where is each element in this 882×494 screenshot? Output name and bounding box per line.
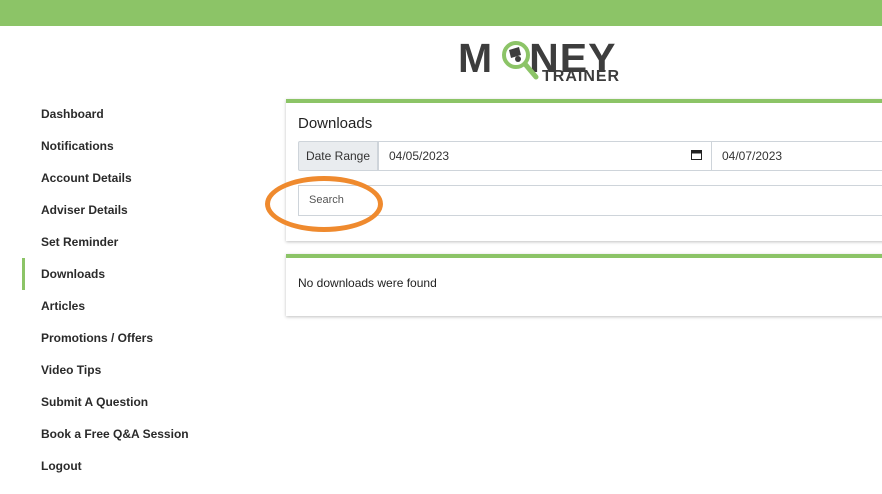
magnifier-logo-icon bbox=[502, 41, 539, 80]
sidebar-item-account-details[interactable]: Account Details bbox=[22, 162, 242, 194]
date-range-label: Date Range bbox=[298, 141, 378, 171]
date-from-input[interactable]: 04/05/2023 bbox=[378, 141, 712, 171]
sidebar-nav: Dashboard Notifications Account Details … bbox=[22, 98, 242, 482]
search-highlight-circle bbox=[265, 176, 383, 232]
calendar-icon[interactable] bbox=[691, 150, 702, 160]
sidebar-item-notifications[interactable]: Notifications bbox=[22, 130, 242, 162]
date-to-input[interactable]: 04/07/2023 bbox=[711, 141, 882, 171]
date-to-value: 04/07/2023 bbox=[722, 149, 783, 163]
sidebar-item-video-tips[interactable]: Video Tips bbox=[22, 354, 242, 386]
date-from-value: 04/05/2023 bbox=[389, 149, 450, 163]
sidebar-item-dashboard[interactable]: Dashboard bbox=[22, 98, 242, 130]
logo-sub-text: TRAINER bbox=[542, 68, 621, 85]
downloads-results-card: No downloads were found bbox=[286, 254, 882, 316]
downloads-filter-card: Downloads Date Range 04/05/2023 04/07/20… bbox=[286, 99, 882, 241]
sidebar-item-promotions-offers[interactable]: Promotions / Offers bbox=[22, 322, 242, 354]
top-bar bbox=[0, 0, 882, 26]
search-input[interactable]: Search bbox=[298, 185, 882, 216]
sidebar-item-adviser-details[interactable]: Adviser Details bbox=[22, 194, 242, 226]
date-range-group: Date Range 04/05/2023 04/07/2023 bbox=[298, 141, 882, 173]
sidebar-item-logout[interactable]: Logout bbox=[22, 450, 242, 482]
sidebar-item-book-qa-session[interactable]: Book a Free Q&A Session bbox=[22, 418, 242, 450]
money-trainer-logo[interactable]: M NEY TRAINER bbox=[458, 36, 622, 88]
sidebar-item-submit-question[interactable]: Submit A Question bbox=[22, 386, 242, 418]
sidebar-item-set-reminder[interactable]: Set Reminder bbox=[22, 226, 242, 258]
empty-state-message: No downloads were found bbox=[298, 276, 437, 290]
page-title: Downloads bbox=[298, 115, 373, 132]
sidebar-item-articles[interactable]: Articles bbox=[22, 290, 242, 322]
sidebar-item-downloads[interactable]: Downloads bbox=[22, 258, 242, 290]
